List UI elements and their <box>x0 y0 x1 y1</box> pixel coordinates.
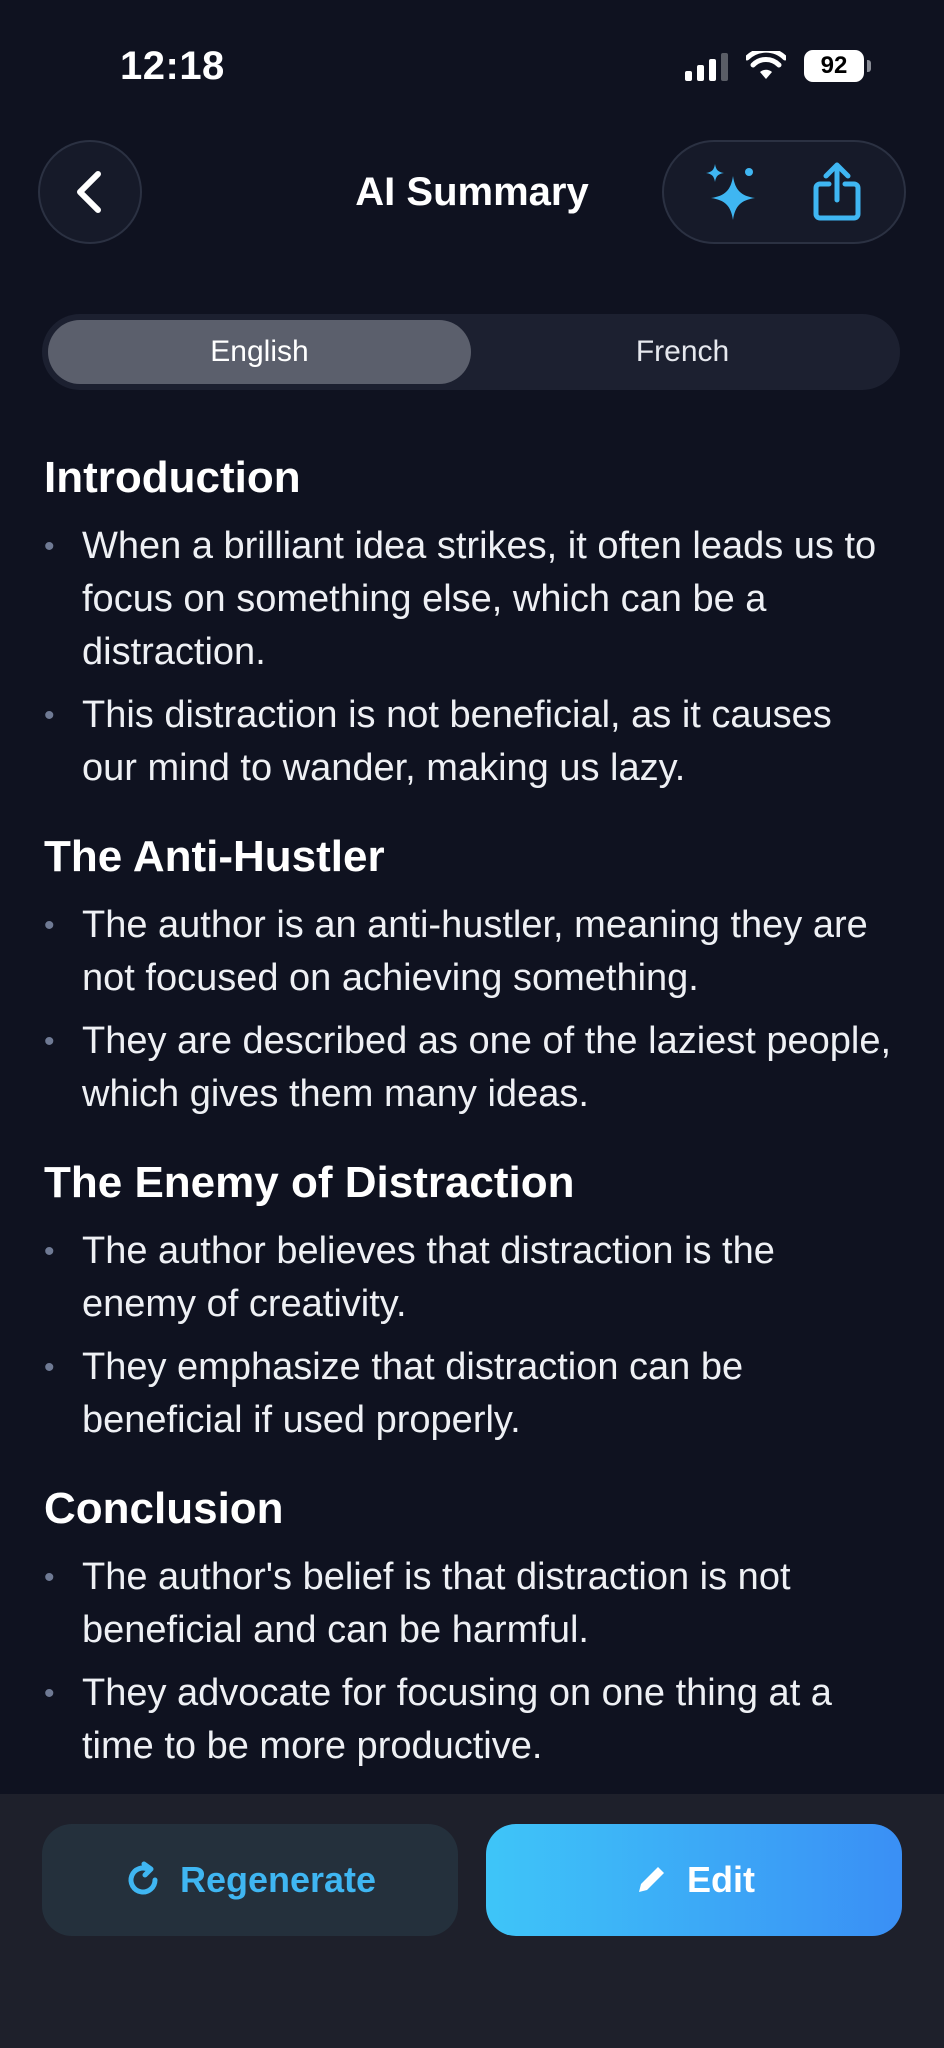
battery-level: 92 <box>820 52 848 79</box>
nav-bar: AI Summary <box>0 140 944 250</box>
regenerate-button[interactable]: Regenerate <box>42 1824 458 1936</box>
share-button[interactable] <box>792 147 882 237</box>
summary-section: The Enemy of Distraction • The author be… <box>44 1155 894 1447</box>
summary-section: Introduction • When a brilliant idea str… <box>44 450 894 795</box>
bullet-text: This distraction is not beneficial, as i… <box>82 694 832 789</box>
sparkles-icon <box>706 164 755 220</box>
bullet-dot: • <box>44 1561 55 1594</box>
status-bar: 12:18 92 <box>0 0 944 120</box>
list-item: • They advocate for focusing on one thin… <box>44 1667 894 1773</box>
bullet-dot: • <box>44 530 55 563</box>
bullet-text: They are described as one of the laziest… <box>82 1020 892 1115</box>
edit-button[interactable]: Edit <box>486 1824 902 1936</box>
bullet-text: They advocate for focusing on one thing … <box>82 1672 832 1767</box>
bottom-action-bar: Regenerate Edit <box>0 1794 944 2048</box>
summary-section: Conclusion • The author's belief is that… <box>44 1481 894 1773</box>
section-title: The Enemy of Distraction <box>44 1158 575 1207</box>
nav-actions <box>662 140 906 244</box>
bullet-text: They emphasize that distraction can be b… <box>82 1346 744 1441</box>
list-item: • The author is an anti-hustler, meaning… <box>44 899 894 1005</box>
language-segmented-control: English French <box>42 314 900 390</box>
share-icon <box>813 162 861 221</box>
section-title: Introduction <box>44 453 301 502</box>
summary-content[interactable]: Introduction • When a brilliant idea str… <box>44 450 894 1790</box>
refresh-icon <box>128 1861 158 1895</box>
status-time: 12:18 <box>120 44 225 88</box>
list-item: • When a brilliant idea strikes, it ofte… <box>44 520 894 679</box>
bullet-text: The author is an anti-hustler, meaning t… <box>82 904 868 999</box>
list-item: • The author's belief is that distractio… <box>44 1551 894 1657</box>
list-item: • They emphasize that distraction can be… <box>44 1341 894 1447</box>
edit-label: Edit <box>687 1859 755 1900</box>
list-item: • The author believes that distraction i… <box>44 1225 894 1331</box>
bullet-dot: • <box>44 1025 55 1058</box>
list-item: • They are described as one of the lazie… <box>44 1015 894 1121</box>
battery-icon: 92 <box>804 50 871 82</box>
bullet-dot: • <box>44 909 55 942</box>
bullet-dot: • <box>44 1235 55 1268</box>
pencil-icon <box>639 1867 664 1892</box>
bullet-text: When a brilliant idea strikes, it often … <box>82 525 877 673</box>
regenerate-label: Regenerate <box>179 1859 377 1900</box>
bullet-dot: • <box>44 1677 55 1710</box>
section-title: Conclusion <box>44 1484 284 1533</box>
bullet-text: The author's belief is that distraction … <box>82 1556 791 1651</box>
summary-section: The Anti-Hustler • The author is an anti… <box>44 829 894 1121</box>
segment-french[interactable]: French <box>471 320 894 384</box>
list-item: • This distraction is not beneficial, as… <box>44 689 894 795</box>
signal-icon <box>685 51 728 81</box>
wifi-icon <box>746 51 786 79</box>
bullet-dot: • <box>44 1351 55 1384</box>
segment-english[interactable]: English <box>48 320 471 384</box>
status-icons: 92 <box>685 50 871 82</box>
section-title: The Anti-Hustler <box>44 832 385 881</box>
bullet-text: The author believes that distraction is … <box>82 1230 775 1325</box>
bullet-dot: • <box>44 699 55 732</box>
ai-sparkles-button[interactable] <box>686 147 776 237</box>
